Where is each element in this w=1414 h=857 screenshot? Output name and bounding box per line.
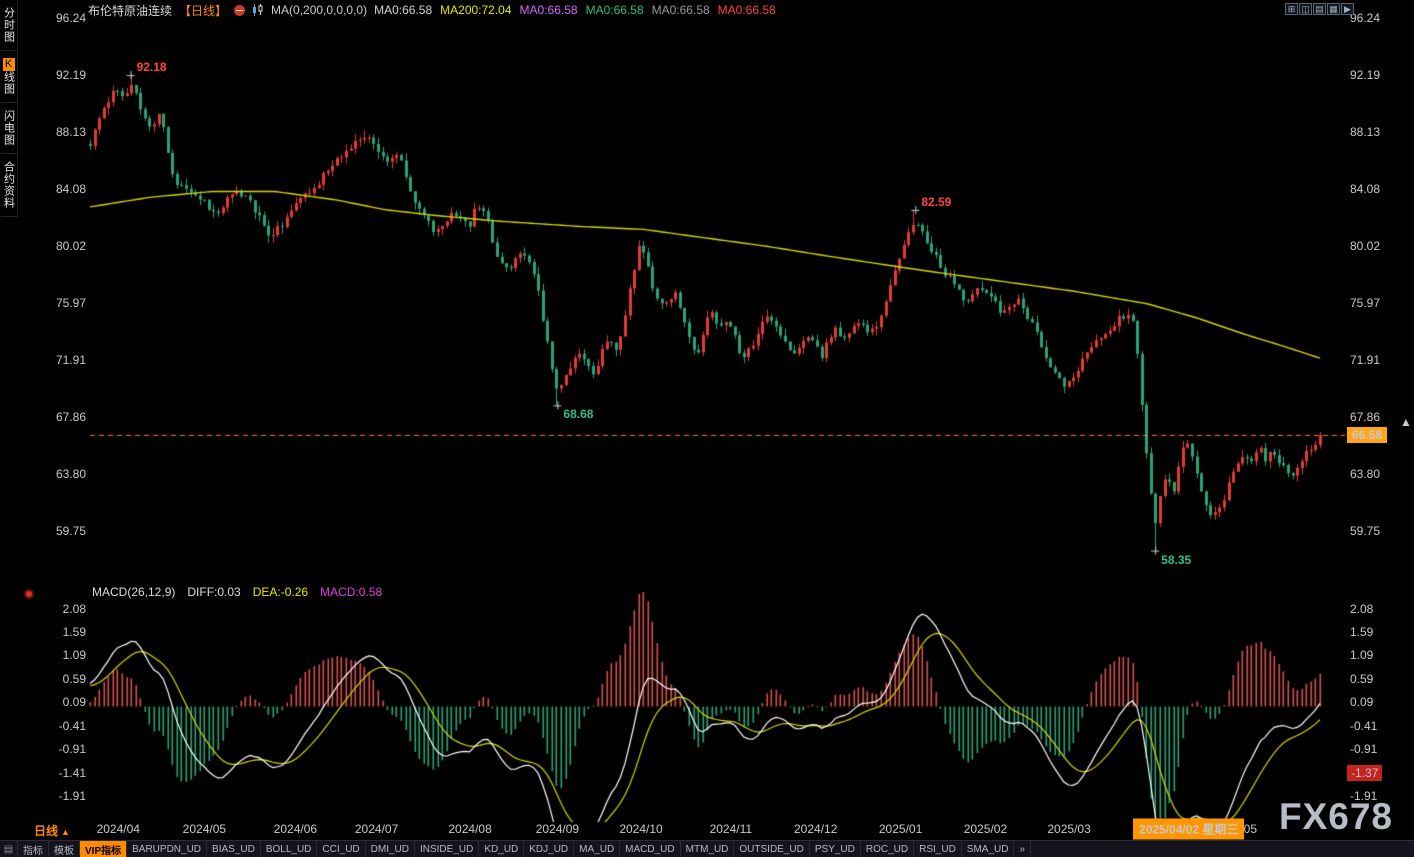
toolbar-tab-templates[interactable]: 模板 [49, 841, 80, 857]
period-selector[interactable]: 日线 ▲ [34, 822, 70, 839]
ma-value: MA200:72.04 [440, 3, 512, 17]
window-controls: ⊞ ◫ ▤ ▦ ▶ [1285, 3, 1354, 15]
macd-title: MACD(26,12,9) [92, 585, 176, 599]
collapse-circle-icon[interactable] [234, 4, 246, 16]
toolbar-tab-bias-ud[interactable]: BIAS_UD [207, 841, 261, 857]
toolbar-tab-outside-ud[interactable]: OUTSIDE_UD [734, 841, 810, 857]
split-horizontal-icon[interactable]: ◫ [1299, 3, 1312, 15]
ma-values: MA0:66.58 MA200:72.04 MA0:66.58 MA0:66.58 MA… [374, 3, 784, 17]
left-sidebar: 分时图 K线图 闪电图 合约资料 [0, 0, 18, 217]
layout-grid-icon[interactable]: ⊞ [1285, 3, 1298, 15]
app-root: 分时图 K线图 闪电图 合约资料 布伦特原油连续 【日线】 MA(0,200,0,0,… [0, 0, 1414, 857]
kline-indicator-icon [253, 4, 263, 16]
toolbar-menu-icon[interactable]: ▤ [0, 841, 18, 857]
fx678-watermark: FX678 [1279, 796, 1394, 837]
grid-panel-icon[interactable]: ▦ [1327, 3, 1340, 15]
sidebar-item-contract-info[interactable]: 合约资料 [0, 154, 17, 217]
period-selector-label: 日线 [34, 824, 59, 838]
toolbar-tab-kdj-ud[interactable]: KDJ_UD [524, 841, 575, 857]
indicator-marker-dot[interactable] [24, 589, 34, 599]
macd-diff-value: DIFF:0.03 [187, 585, 241, 599]
sidebar-item-flash-chart[interactable]: 闪电图 [0, 103, 17, 154]
toolbar-tab-psy-ud[interactable]: PSY_UD [810, 841, 861, 857]
ma-settings: MA(0,200,0,0,0,0) [271, 3, 368, 17]
toolbar-tab-indicators[interactable]: 指标 [18, 841, 49, 857]
toolbar-tab-kd-ud[interactable]: KD_UD [479, 841, 525, 857]
sidebar-item-kline-chart[interactable]: K线图 [0, 51, 17, 103]
macd-macd-value: MACD:0.58 [320, 585, 383, 599]
toolbar-tab-rsi-ud[interactable]: RSI_UD [914, 841, 962, 857]
toolbar-tab-sma-ud[interactable]: SMA_UD [962, 841, 1015, 857]
toolbar-tab-dmi-ud[interactable]: DMI_UD [366, 841, 415, 857]
toolbar-tab-barupdn-ud[interactable]: BARUPDN_UD [127, 841, 208, 857]
toolbar-tab-macd-ud[interactable]: MACD_UD [620, 841, 681, 857]
toolbar-tab-mtm-ud[interactable]: MTM_UD [681, 841, 735, 857]
collapse-right-icon[interactable]: ▶ [1341, 3, 1354, 15]
ma-value: MA0:66.58 [374, 3, 433, 17]
macd-dea-value: DEA:-0.26 [252, 585, 309, 599]
bottom-toolbar: ▤ 指标 模板 VIP指标 BARUPDN_UD BIAS_UD BOLL_UD CCI_UD… [0, 840, 1414, 857]
macd-header: MACD(26,12,9) DIFF:0.03 DEA:-0.26 MACD:0… [92, 585, 382, 599]
period-tag: 【日线】 [179, 3, 228, 18]
toolbar-tab-vip-indicators[interactable]: VIP指标 [80, 841, 128, 857]
toolbar-tab-boll-ud[interactable]: BOLL_UD [261, 841, 318, 857]
ma-value: MA0:66.58 [585, 3, 644, 17]
toolbar-tab-inside-ud[interactable]: INSIDE_UD [415, 841, 480, 857]
header-bar: 布伦特原油连续 【日线】 MA(0,200,0,0,0,0) MA0:66.58… [88, 2, 784, 18]
ma-value: MA0:66.58 [651, 3, 710, 17]
symbol-title: 布伦特原油连续 [88, 3, 173, 18]
toolbar-tab-more-indicators[interactable]: » [1014, 841, 1032, 857]
ma-value: MA0:66.58 [717, 3, 776, 17]
toolbar-tab-roc-ud[interactable]: ROC_UD [861, 841, 915, 857]
price-chart-canvas[interactable] [0, 0, 1414, 857]
ma-value: MA0:66.58 [519, 3, 578, 17]
up-triangle-icon: ▲ [61, 827, 70, 837]
toolbar-tab-ma-ud[interactable]: MA_UD [574, 841, 621, 857]
sidebar-item-time-chart[interactable]: 分时图 [0, 0, 17, 51]
rows-panel-icon[interactable]: ▤ [1313, 3, 1326, 15]
toolbar-tab-cci-ud[interactable]: CCI_UD [317, 841, 366, 857]
